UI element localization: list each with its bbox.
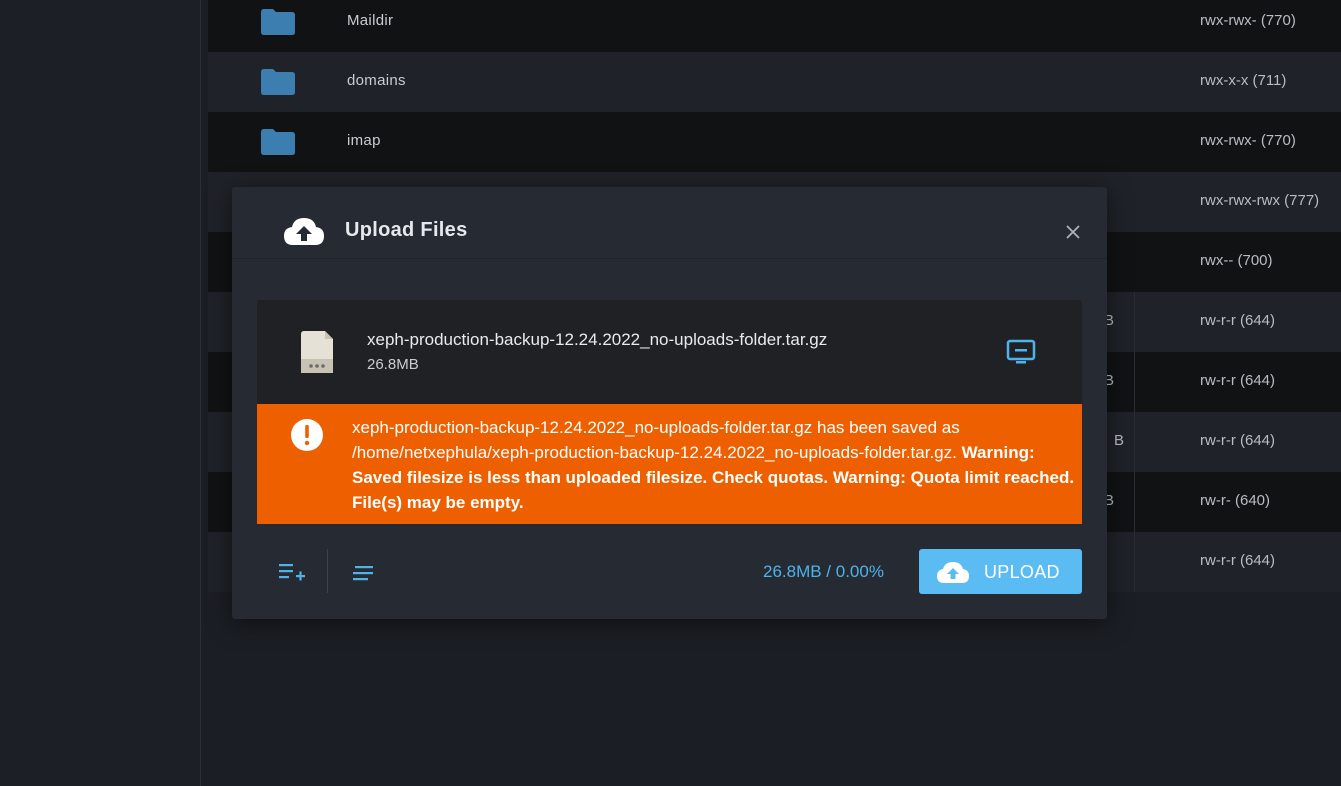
upload-button[interactable]: UPLOAD — [919, 549, 1082, 594]
table-row[interactable]: Maildir rwx-rwx- (770) — [208, 0, 1341, 52]
file-name[interactable]: imap — [347, 132, 381, 149]
column-divider — [1134, 292, 1135, 352]
file-size: B — [1114, 432, 1125, 449]
cloud-upload-icon — [937, 562, 969, 583]
folder-icon — [261, 69, 295, 95]
modal-title: Upload Files — [345, 219, 468, 241]
file-permissions: rw-r-r (644) — [1200, 432, 1275, 449]
upload-button-label: UPLOAD — [984, 562, 1060, 582]
monitor-icon[interactable] — [1005, 338, 1037, 366]
folder-icon — [261, 129, 295, 155]
file-permissions: rw-r- (640) — [1200, 492, 1270, 509]
warning-message: xeph-production-backup-12.24.2022_no-upl… — [352, 415, 1077, 515]
upload-files-modal: Upload Files xeph-production-backup-12.2… — [232, 187, 1107, 619]
file-permissions: rwx-rwx- (770) — [1200, 12, 1296, 29]
file-permissions: rw-r-r (644) — [1200, 312, 1275, 329]
column-divider — [1134, 472, 1135, 532]
folder-icon — [261, 9, 295, 35]
alert-icon — [291, 419, 323, 451]
footer-divider — [327, 549, 328, 593]
column-divider — [1134, 412, 1135, 472]
file-permissions: rwx-x-x (711) — [1200, 72, 1287, 89]
document-icon — [301, 331, 333, 373]
sidebar — [0, 0, 201, 786]
column-divider — [1134, 352, 1135, 412]
add-list-icon[interactable] — [277, 560, 307, 586]
modal-footer: 26.8MB / 0.00% UPLOAD — [232, 545, 1107, 619]
cloud-upload-icon — [284, 218, 324, 245]
file-name[interactable]: Maildir — [347, 12, 393, 29]
warning-message-text: xeph-production-backup-12.24.2022_no-upl… — [352, 418, 960, 462]
modal-header: Upload Files — [232, 187, 1107, 259]
upload-progress: 26.8MB / 0.00% — [763, 562, 884, 581]
upload-file-name: xeph-production-backup-12.24.2022_no-upl… — [367, 330, 828, 349]
table-row[interactable]: domains rwx-x-x (711) — [208, 52, 1341, 112]
warning-alert: xeph-production-backup-12.24.2022_no-upl… — [257, 404, 1082, 524]
upload-file-item: xeph-production-backup-12.24.2022_no-upl… — [257, 300, 1082, 404]
file-permissions: rwx-rwx-rwx (777) — [1200, 192, 1320, 209]
file-permissions: rwx-rwx- (770) — [1200, 132, 1296, 149]
close-icon[interactable] — [1064, 223, 1082, 241]
file-permissions: rwx-- (700) — [1200, 252, 1273, 269]
column-divider — [1134, 532, 1135, 592]
lines-icon[interactable] — [350, 562, 376, 584]
file-name[interactable]: domains — [347, 72, 406, 89]
table-row[interactable]: imap rwx-rwx- (770) — [208, 112, 1341, 172]
upload-file-size: 26.8MB — [367, 356, 419, 373]
file-permissions: rw-r-r (644) — [1200, 372, 1275, 389]
file-permissions: rw-r-r (644) — [1200, 552, 1275, 569]
